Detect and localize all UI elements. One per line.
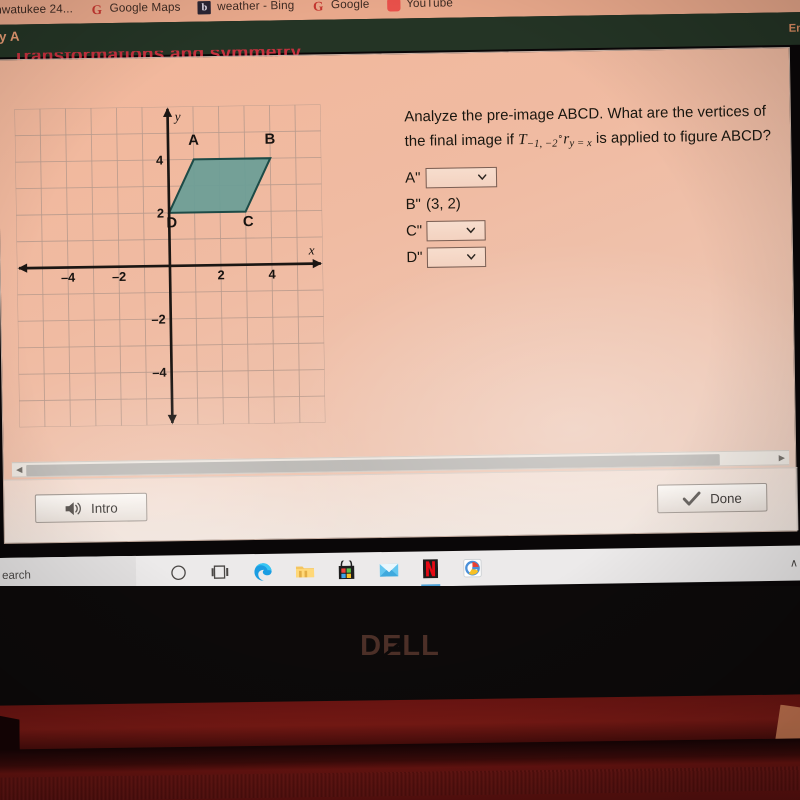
question-line-1: Analyze the pre-image ABCD. What are the… xyxy=(404,103,767,126)
dell-logo-text: DELL xyxy=(360,630,440,662)
mail-icon[interactable] xyxy=(378,559,399,580)
checkmark-icon xyxy=(682,491,701,505)
question-page: –4 –2 2 4 –4 –2 2 4 x y A B D C Analyze the pre-image… xyxy=(0,47,799,544)
answer-dropdown-c[interactable] xyxy=(426,219,486,241)
language-label[interactable]: Eng xyxy=(789,22,800,35)
answer-dropdown-d[interactable] xyxy=(426,246,487,268)
youtube-icon xyxy=(386,0,401,12)
polygon-abcd xyxy=(167,157,272,214)
course-title: metry A xyxy=(0,28,20,45)
answer-label-c: C" xyxy=(405,222,423,240)
answer-label-d: D" xyxy=(406,249,423,266)
bing-icon: b xyxy=(197,0,212,14)
vertex-label-b: B xyxy=(264,132,275,148)
done-button-label: Done xyxy=(710,489,742,506)
graph-svg: –4 –2 2 4 –4 –2 2 4 x yA B D C xyxy=(14,104,326,428)
question-line-3: ABCD? xyxy=(720,127,772,145)
laptop-bezel: DELL xyxy=(0,586,800,706)
question-line-2-post: is applied to figure xyxy=(591,128,718,147)
netflix-icon[interactable] xyxy=(420,558,441,587)
question-line-2-pre: the final image if xyxy=(404,131,519,150)
transform-r: ry = x xyxy=(563,130,592,149)
x-axis-arrow-right xyxy=(312,259,322,269)
page-footer: Intro Done xyxy=(3,467,799,543)
laptop-base-groove xyxy=(0,738,800,766)
x-tick-label: 2 xyxy=(217,267,224,282)
x-tick-label: –4 xyxy=(61,270,76,285)
answer-label-a: A" xyxy=(405,169,421,187)
y-axis-label: y xyxy=(173,109,181,124)
scroll-right-arrow[interactable]: ▶ xyxy=(779,453,785,462)
taskbar-icon-group xyxy=(168,557,483,590)
bookmark-label: weather - Bing xyxy=(217,0,295,14)
y-tick-label: 2 xyxy=(157,206,164,221)
y-tick-label: –4 xyxy=(152,365,167,380)
cortana-icon[interactable] xyxy=(168,562,189,583)
dell-logo: DELL xyxy=(360,630,440,663)
y-tick-label: –2 xyxy=(151,312,165,327)
laptop-base-texture xyxy=(0,766,800,800)
google-icon: G xyxy=(91,1,103,17)
google-chrome-icon[interactable] xyxy=(462,557,483,578)
microsoft-edge-icon[interactable] xyxy=(252,561,273,590)
bookmark-youtube[interactable]: YouTube xyxy=(386,0,454,12)
y-axis-arrow-up xyxy=(163,107,173,118)
vertex-label-a: A xyxy=(188,133,199,149)
microsoft-store-icon[interactable] xyxy=(336,559,357,580)
transform-T: T−1, −2 xyxy=(518,131,558,150)
vertex-label-d: D xyxy=(166,215,177,231)
laptop-base xyxy=(0,694,800,800)
x-axis-arrow-left xyxy=(17,263,28,273)
google-icon: G xyxy=(312,0,324,14)
search-placeholder: earch xyxy=(1,569,31,582)
screen-area: c ahwatukee 24... G Google Maps b weathe… xyxy=(0,0,800,612)
answer-row-d: D" xyxy=(406,239,786,270)
laptop-screen-photo: c ahwatukee 24... G Google Maps b weathe… xyxy=(0,0,800,800)
bookmark-label: YouTube xyxy=(406,0,454,11)
x-tick-label: –2 xyxy=(112,269,126,284)
vertex-label-c: C xyxy=(243,214,254,230)
chevron-down-icon xyxy=(466,253,476,260)
bookmark-google-maps[interactable]: G Google Maps xyxy=(90,1,181,17)
question-panel: Analyze the pre-image ABCD. What are the… xyxy=(404,101,786,271)
x-axis-label: x xyxy=(308,242,315,257)
answer-value-b: (3, 2) xyxy=(425,195,461,213)
done-button[interactable]: Done xyxy=(656,482,768,514)
chevron-down-icon xyxy=(466,227,476,233)
answer-list: A" B" (3, 2) C" D" xyxy=(405,159,786,270)
answer-label-b: B" xyxy=(405,196,421,213)
chevron-down-icon xyxy=(477,173,487,180)
question-text: Analyze the pre-image ABCD. What are the… xyxy=(404,101,784,157)
bookmark-ahwatukee[interactable]: c ahwatukee 24... xyxy=(0,3,73,17)
intro-button[interactable]: Intro xyxy=(34,492,148,524)
taskbar-overflow-chevron[interactable]: ∧ xyxy=(790,557,798,570)
bookmark-label: Google Maps xyxy=(109,1,181,15)
bookmark-weather-bing[interactable]: b weather - Bing xyxy=(197,0,295,14)
intro-button-label: Intro xyxy=(90,499,118,516)
answer-dropdown-a[interactable] xyxy=(425,166,498,188)
y-tick-label: 4 xyxy=(156,152,164,167)
x-tick-label: 4 xyxy=(268,266,276,281)
speaker-icon xyxy=(65,501,81,515)
file-explorer-icon[interactable] xyxy=(294,560,315,581)
scroll-left-arrow[interactable]: ◀ xyxy=(16,465,22,474)
bookmark-label: Google xyxy=(330,0,370,12)
bookmark-google[interactable]: G Google xyxy=(312,0,370,14)
bookmark-label: c ahwatukee 24... xyxy=(0,3,74,17)
y-axis-arrow-down xyxy=(167,414,177,424)
task-view-icon[interactable] xyxy=(210,561,231,582)
coordinate-graph: –4 –2 2 4 –4 –2 2 4 x y A B D C xyxy=(14,104,326,428)
